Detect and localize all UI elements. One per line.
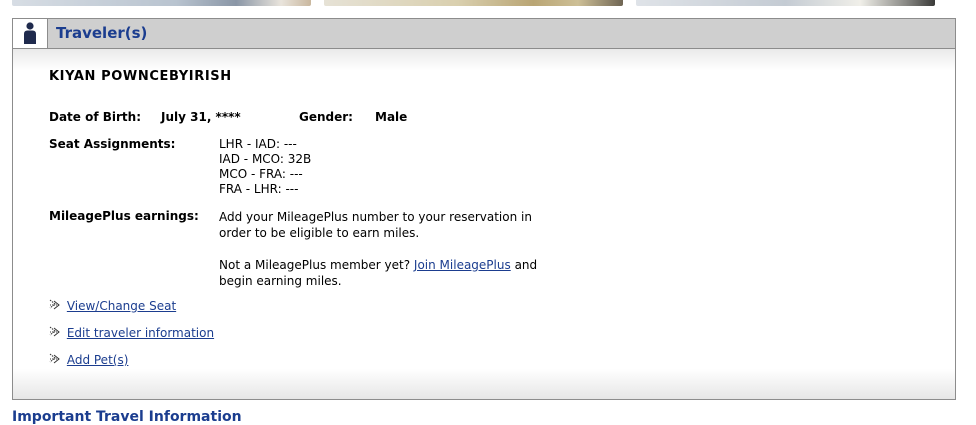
mileageplus-info-line: Add your MileagePlus number to your rese… [219, 210, 532, 224]
arrow-right-icon [49, 326, 60, 337]
banner-image-1[interactable] [12, 0, 311, 6]
mileageplus-join-text: Not a MileagePlus member yet? Join Milea… [219, 257, 559, 289]
gender-label: Gender: [299, 110, 353, 124]
seat-assignment-row: MCO - FRA: --- [219, 167, 303, 181]
important-travel-information-heading[interactable]: Important Travel Information [12, 409, 242, 425]
member-prefix-text: Not a MileagePlus member yet? [219, 258, 411, 272]
edit-traveler-information-link[interactable]: Edit traveler information [67, 326, 214, 340]
travelers-panel: Traveler(s) KIYAN POWNCEBYIRISH Date of … [12, 18, 956, 400]
seat-assignment-row: IAD - MCO: 32B [219, 152, 312, 166]
gender-value: Male [375, 110, 408, 124]
top-banner-strip [0, 0, 976, 8]
add-pets-action[interactable]: Add Pet(s) [49, 353, 128, 369]
arrow-right-icon [49, 353, 60, 364]
seat-assignments-label: Seat Assignments: [49, 137, 176, 151]
dob-label: Date of Birth: [49, 110, 142, 124]
member-suffix-text: and [514, 258, 538, 272]
seat-assignment-row: FRA - LHR: --- [219, 182, 299, 196]
mileageplus-info: Add your MileagePlus number to your rese… [219, 209, 559, 241]
mileageplus-earnings-label: MileagePlus earnings: [49, 209, 199, 223]
join-mileageplus-link[interactable]: Join MileagePlus [414, 258, 511, 272]
seat-assignment-row: LHR - IAD: --- [219, 137, 297, 151]
person-icon [13, 19, 48, 48]
arrow-right-icon [49, 299, 60, 310]
member-line-2: begin earning miles. [219, 274, 342, 288]
banner-image-2[interactable] [324, 0, 623, 6]
add-pets-link[interactable]: Add Pet(s) [67, 353, 129, 367]
travelers-panel-header: Traveler(s) [13, 19, 955, 49]
mileageplus-info-line: order to be eligible to earn miles. [219, 226, 420, 240]
traveler-name: KIYAN POWNCEBYIRISH [49, 69, 232, 84]
view-change-seat-action[interactable]: View/Change Seat [49, 299, 176, 315]
panel-title: Traveler(s) [56, 24, 148, 42]
edit-traveler-action[interactable]: Edit traveler information [49, 326, 214, 342]
view-change-seat-link[interactable]: View/Change Seat [67, 299, 176, 313]
travelers-panel-body: KIYAN POWNCEBYIRISH Date of Birth: July … [13, 49, 955, 399]
banner-image-3[interactable] [636, 0, 935, 6]
dob-value: July 31, **** [161, 110, 241, 124]
